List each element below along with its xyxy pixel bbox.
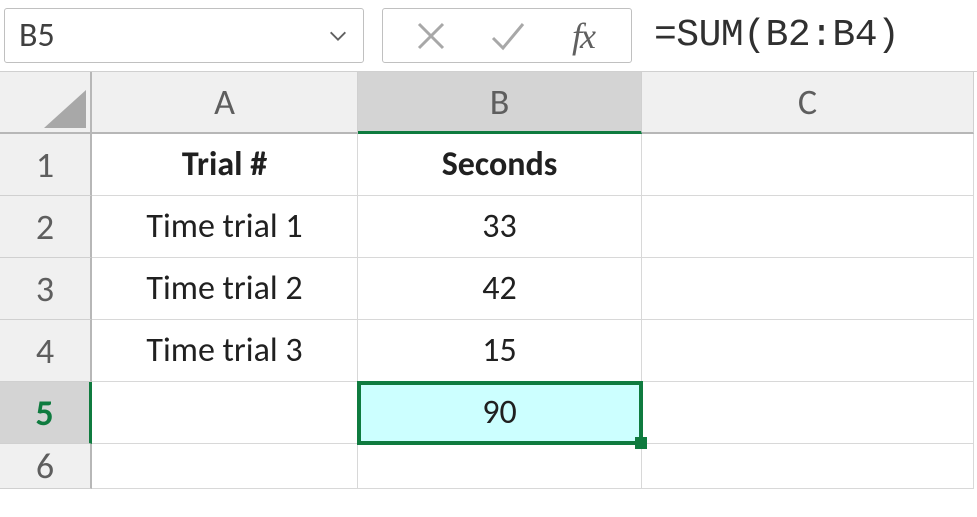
chevron-down-icon[interactable] (327, 25, 349, 47)
cell-c1[interactable] (642, 134, 974, 196)
cell-b1[interactable]: Seconds (358, 134, 642, 196)
cell-a4[interactable]: Time trial 3 (92, 320, 358, 382)
cell-c4[interactable] (642, 320, 974, 382)
column-header-c[interactable]: C (642, 72, 974, 134)
formula-bar: B5 fx =SUM(B2:B4) (0, 0, 977, 72)
formula-input[interactable]: =SUM(B2:B4) (650, 8, 973, 63)
cell-a6[interactable] (92, 444, 358, 489)
row-header-4[interactable]: 4 (0, 320, 92, 382)
cell-a2[interactable]: Time trial 1 (92, 196, 358, 258)
column-header-a[interactable]: A (92, 72, 358, 134)
row-header-1[interactable]: 1 (0, 134, 92, 196)
cell-b5[interactable]: 90 (358, 382, 642, 444)
cell-a1[interactable]: Trial # (92, 134, 358, 196)
cell-b6[interactable] (358, 444, 642, 489)
cell-a3[interactable]: Time trial 2 (92, 258, 358, 320)
row-header-3[interactable]: 3 (0, 258, 92, 320)
insert-function-button[interactable]: fx (545, 9, 621, 62)
fx-icon: fx (572, 15, 594, 57)
formula-bar-tools: fx (382, 8, 632, 63)
cell-b4[interactable]: 15 (358, 320, 642, 382)
row-header-6[interactable]: 6 (0, 444, 92, 489)
cell-a5[interactable] (92, 382, 358, 444)
name-box[interactable]: B5 (4, 8, 364, 63)
row-header-2[interactable]: 2 (0, 196, 92, 258)
cell-c6[interactable] (642, 444, 974, 489)
cell-c5[interactable] (642, 382, 974, 444)
column-header-b[interactable]: B (358, 72, 642, 134)
cell-c2[interactable] (642, 196, 974, 258)
fill-handle[interactable] (635, 437, 647, 449)
name-box-value: B5 (19, 15, 327, 56)
spreadsheet-grid: A B C 1 Trial # Seconds 2 Time trial 1 3… (0, 72, 977, 489)
cell-c3[interactable] (642, 258, 974, 320)
enter-button[interactable] (469, 9, 545, 62)
cancel-button[interactable] (393, 9, 469, 62)
cell-b3[interactable]: 42 (358, 258, 642, 320)
cell-b5-value: 90 (482, 392, 516, 433)
select-all-corner[interactable] (0, 72, 92, 134)
cell-b2[interactable]: 33 (358, 196, 642, 258)
row-header-5[interactable]: 5 (0, 382, 92, 444)
